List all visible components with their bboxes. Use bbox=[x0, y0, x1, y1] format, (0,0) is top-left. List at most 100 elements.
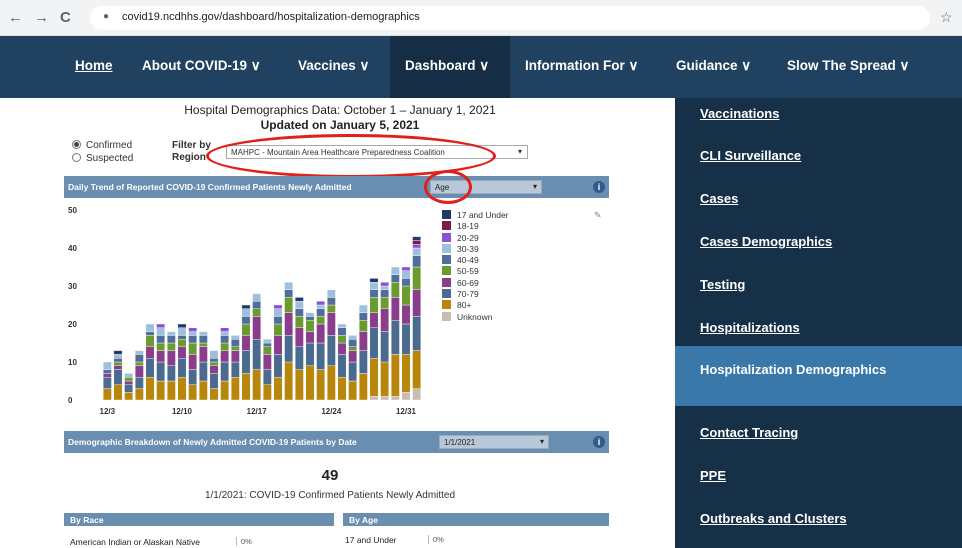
bar-segment[interactable] bbox=[177, 376, 187, 401]
bar-segment[interactable] bbox=[348, 346, 358, 351]
sidebar-item-cli-surveillance[interactable]: CLI Surveillance bbox=[700, 148, 801, 163]
bar-segment[interactable] bbox=[102, 361, 112, 370]
legend-item[interactable]: 80+ bbox=[442, 300, 509, 311]
bar-segment[interactable] bbox=[113, 384, 123, 401]
bar-segment[interactable] bbox=[188, 342, 198, 355]
bar-segment[interactable] bbox=[209, 361, 219, 366]
bar-segment[interactable] bbox=[348, 350, 358, 363]
bar-segment[interactable] bbox=[177, 338, 187, 347]
bar-segment[interactable] bbox=[273, 304, 283, 309]
bar-segment[interactable] bbox=[369, 395, 379, 401]
bar-segment[interactable] bbox=[401, 304, 411, 325]
bar-segment[interactable] bbox=[294, 316, 304, 329]
bar-segment[interactable] bbox=[401, 323, 411, 355]
sidebar-item-vaccinations[interactable]: Vaccinations bbox=[700, 106, 779, 121]
bar-segment[interactable] bbox=[390, 274, 400, 283]
bar-segment[interactable] bbox=[188, 327, 198, 332]
bar-segment[interactable] bbox=[134, 354, 144, 363]
bar-segment[interactable] bbox=[102, 373, 112, 378]
bar-segment[interactable] bbox=[230, 361, 240, 378]
bar-segment[interactable] bbox=[156, 350, 166, 363]
reload-icon[interactable]: C bbox=[60, 9, 71, 26]
bar-segment[interactable] bbox=[305, 312, 315, 317]
bar-segment[interactable] bbox=[177, 327, 187, 336]
bar-segment[interactable] bbox=[273, 376, 283, 401]
legend-item[interactable]: Unknown bbox=[442, 311, 509, 323]
bar-segment[interactable] bbox=[412, 247, 422, 256]
bar-segment[interactable] bbox=[262, 346, 272, 355]
bar-segment[interactable] bbox=[358, 319, 368, 332]
bar-segment[interactable] bbox=[326, 304, 336, 313]
bar-segment[interactable] bbox=[337, 323, 347, 328]
bar-segment[interactable] bbox=[198, 346, 208, 363]
bar-segment[interactable] bbox=[305, 331, 315, 344]
bar-segment[interactable] bbox=[412, 236, 422, 241]
bar-segment[interactable] bbox=[401, 278, 411, 287]
bar-segment[interactable] bbox=[209, 388, 219, 401]
bar-segment[interactable] bbox=[156, 342, 166, 351]
bar-segment[interactable] bbox=[273, 316, 283, 325]
bar-segment[interactable] bbox=[316, 316, 326, 325]
bar-segment[interactable] bbox=[369, 312, 379, 328]
bar-segment[interactable] bbox=[380, 331, 390, 363]
bar-segment[interactable] bbox=[390, 319, 400, 355]
bar-segment[interactable] bbox=[412, 388, 422, 401]
bar-segment[interactable] bbox=[305, 319, 315, 332]
bar-segment[interactable] bbox=[156, 327, 166, 336]
bar-segment[interactable] bbox=[284, 361, 294, 401]
bar-segment[interactable] bbox=[156, 380, 166, 401]
bar-segment[interactable] bbox=[369, 278, 379, 283]
sidebar-item-cases[interactable]: Cases bbox=[700, 191, 738, 206]
bookmark-star-icon[interactable]: ☆ bbox=[940, 9, 953, 26]
bar-segment[interactable] bbox=[380, 285, 390, 290]
bar-segment[interactable] bbox=[113, 350, 123, 355]
bar-segment[interactable] bbox=[252, 300, 262, 309]
bar-segment[interactable] bbox=[124, 384, 134, 393]
nav-information-for[interactable]: Information For ∨ bbox=[525, 58, 638, 74]
bar-segment[interactable] bbox=[145, 335, 155, 347]
bar-segment[interactable] bbox=[369, 297, 379, 313]
bar-segment[interactable] bbox=[305, 342, 315, 366]
bar-segment[interactable] bbox=[166, 380, 176, 401]
bar-segment[interactable] bbox=[390, 281, 400, 298]
bar-segment[interactable] bbox=[198, 331, 208, 336]
url-text[interactable]: covid19.ncdhhs.gov/dashboard/hospitaliza… bbox=[122, 11, 420, 23]
bar-segment[interactable] bbox=[220, 350, 230, 363]
pencil-icon[interactable]: ✎ bbox=[594, 210, 602, 221]
bar-segment[interactable] bbox=[241, 350, 251, 374]
nav-about-covid[interactable]: About COVID-19 ∨ bbox=[142, 58, 261, 74]
legend-item[interactable]: 70-79 bbox=[442, 289, 509, 300]
bar-segment[interactable] bbox=[188, 354, 198, 370]
bar-segment[interactable] bbox=[273, 335, 283, 355]
legend-item[interactable]: 20-29 bbox=[442, 232, 509, 244]
bar-segment[interactable] bbox=[124, 380, 134, 385]
bar-segment[interactable] bbox=[358, 350, 368, 374]
bar-segment[interactable] bbox=[134, 376, 144, 389]
bar-segment[interactable] bbox=[177, 323, 187, 328]
bar-segment[interactable] bbox=[412, 316, 422, 351]
legend-item[interactable]: 50-59 bbox=[442, 266, 509, 277]
bar-segment[interactable] bbox=[380, 297, 390, 310]
bar-segment[interactable] bbox=[124, 376, 134, 382]
bar-segment[interactable] bbox=[358, 373, 368, 401]
bar-segment[interactable] bbox=[145, 376, 155, 401]
info-icon[interactable]: i bbox=[593, 181, 605, 193]
bar-segment[interactable] bbox=[401, 392, 411, 401]
bar-segment[interactable] bbox=[241, 323, 251, 336]
bar-segment[interactable] bbox=[294, 308, 304, 317]
bar-segment[interactable] bbox=[369, 281, 379, 290]
sidebar-item-outbreaks-and-clusters[interactable]: Outbreaks and Clusters bbox=[700, 511, 847, 526]
bar-segment[interactable] bbox=[177, 335, 187, 340]
bar-segment[interactable] bbox=[166, 350, 176, 367]
sidebar-item-testing[interactable]: Testing bbox=[700, 277, 745, 292]
bar-segment[interactable] bbox=[316, 369, 326, 401]
sidebar-item-contact-tracing[interactable]: Contact Tracing bbox=[700, 425, 798, 440]
bar-segment[interactable] bbox=[262, 338, 272, 344]
bar-segment[interactable] bbox=[209, 350, 219, 359]
sidebar-item-hospitalization-demographics[interactable]: Hospitalization Demographics bbox=[700, 361, 900, 379]
bar-segment[interactable] bbox=[124, 373, 134, 378]
bar-segment[interactable] bbox=[294, 300, 304, 309]
bar-segment[interactable] bbox=[220, 380, 230, 401]
bar-segment[interactable] bbox=[198, 361, 208, 382]
bar-segment[interactable] bbox=[348, 335, 358, 340]
